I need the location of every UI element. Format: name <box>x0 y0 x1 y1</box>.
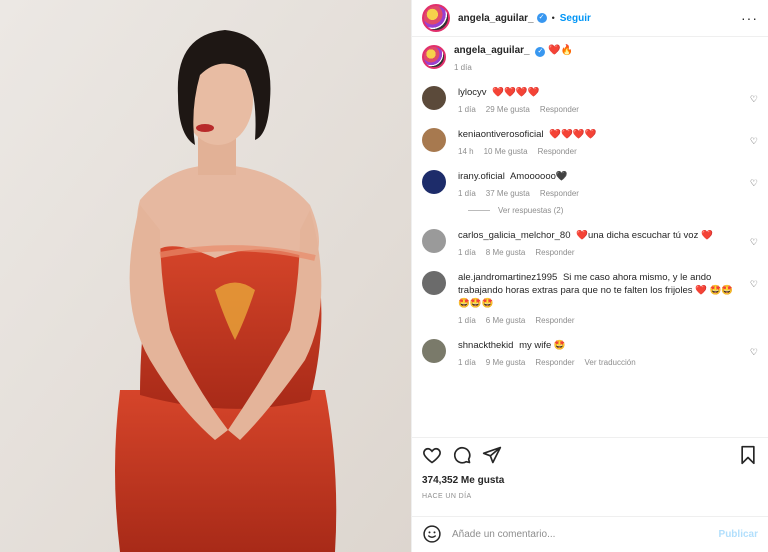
caption-time: 1 día <box>454 63 472 72</box>
reply-button[interactable]: Responder <box>535 358 574 367</box>
comment-row: carlos_galicia_melchor_80 ❤️una dicha es… <box>422 229 758 257</box>
comment-row: lylocyv ❤️❤️❤️❤️ 1 día 29 Me gusta Responde… <box>422 86 758 114</box>
save-bookmark-icon[interactable] <box>738 445 758 465</box>
caption-username[interactable]: angela_aguilar_ <box>454 45 530 56</box>
commenter-avatar[interactable] <box>422 86 446 110</box>
comment-likes[interactable]: 10 Me gusta <box>484 147 528 156</box>
post-caption: angela_aguilar_ ✓ ❤️🔥 1 día <box>422 45 758 72</box>
caption-text: ❤️🔥 <box>548 45 574 56</box>
comment-time: 1 día <box>458 358 476 367</box>
reply-button[interactable]: Responder <box>540 189 579 198</box>
comment-like-heart-icon[interactable]: ♡ <box>750 279 758 290</box>
comment-time: 14 h <box>458 147 474 156</box>
commenter-username[interactable]: carlos_galicia_melchor_80 <box>458 230 570 241</box>
comment-text: ❤️❤️❤️❤️ <box>549 129 597 140</box>
comment-row: shnackthekid my wife 🤩 1 día 9 Me gusta Res… <box>422 339 758 367</box>
post-photo[interactable] <box>0 0 411 552</box>
comment-list: lylocyv ❤️❤️❤️❤️ 1 día 29 Me gusta Responde… <box>422 86 758 367</box>
comment-likes[interactable]: 6 Me gusta <box>486 316 526 325</box>
action-bar <box>412 437 768 472</box>
comment-like-heart-icon[interactable]: ♡ <box>750 136 758 147</box>
author-username[interactable]: angela_aguilar_ <box>458 13 534 24</box>
portrait-illustration <box>0 0 411 552</box>
comment-time: 1 día <box>458 248 476 257</box>
view-replies-label[interactable]: Ver respuestas (2) <box>498 206 563 215</box>
comment-likes[interactable]: 8 Me gusta <box>486 248 526 257</box>
comment-row: keniaontiverosoficial ❤️❤️❤️❤️ 14 h 10 Me … <box>422 128 758 156</box>
comment-input[interactable] <box>452 529 719 540</box>
commenter-avatar[interactable] <box>422 229 446 253</box>
comment-text: my wife 🤩 <box>519 340 566 351</box>
post-viewer: angela_aguilar_ ✓ • Seguir ··· angela_ag… <box>0 0 768 552</box>
reply-button[interactable]: Responder <box>538 147 577 156</box>
reply-button[interactable]: Responder <box>535 248 574 257</box>
comments-scroll[interactable]: angela_aguilar_ ✓ ❤️🔥 1 día lylocyv ❤️❤️… <box>412 37 768 437</box>
comment-row: irany.oficial Amoooooo🖤 1 día 37 Me gusta R… <box>422 170 758 198</box>
comment-time: 1 día <box>458 105 476 114</box>
comment-like-heart-icon[interactable]: ♡ <box>750 347 758 358</box>
comment-row: ale.jandromartinez1995 Si me caso ahora … <box>422 271 758 325</box>
commenter-username[interactable]: keniaontiverosoficial <box>458 129 544 140</box>
comment-likes[interactable]: 29 Me gusta <box>486 105 530 114</box>
commenter-avatar[interactable] <box>422 128 446 152</box>
comment-like-heart-icon[interactable]: ♡ <box>750 178 758 189</box>
caption-avatar[interactable] <box>422 45 446 69</box>
comment-time: 1 día <box>458 189 476 198</box>
comment-text: ❤️una dicha escuchar tú voz ❤️ <box>576 230 713 241</box>
reply-button[interactable]: Responder <box>535 316 574 325</box>
like-heart-icon[interactable] <box>422 445 442 465</box>
comment-likes[interactable]: 37 Me gusta <box>486 189 530 198</box>
replies-divider <box>468 210 490 211</box>
emoji-picker-icon[interactable] <box>422 524 442 546</box>
comment-bubble-icon[interactable] <box>452 445 472 465</box>
view-replies-link[interactable]: Ver respuestas (2) <box>468 206 758 215</box>
commenter-avatar[interactable] <box>422 170 446 194</box>
commenter-username[interactable]: ale.jandromartinez1995 <box>458 272 557 283</box>
translate-link[interactable]: Ver traducción <box>585 358 636 367</box>
post-header: angela_aguilar_ ✓ • Seguir ··· <box>412 0 768 37</box>
verified-badge-icon: ✓ <box>535 47 546 57</box>
publish-button[interactable]: Publicar <box>719 529 758 540</box>
follow-button[interactable]: Seguir <box>560 13 591 24</box>
commenter-username[interactable]: shnackthekid <box>458 340 513 351</box>
post-side-panel: angela_aguilar_ ✓ • Seguir ··· angela_ag… <box>411 0 768 552</box>
commenter-username[interactable]: lylocyv <box>458 87 487 98</box>
commenter-avatar[interactable] <box>422 271 446 295</box>
verified-badge-icon: ✓ <box>536 13 547 23</box>
posted-ago: HACE UN DÍA <box>422 493 472 500</box>
comment-text: ❤️❤️❤️❤️ <box>492 87 540 98</box>
reply-button[interactable]: Responder <box>540 105 579 114</box>
author-avatar[interactable] <box>422 4 450 32</box>
comment-composer: Publicar <box>412 516 768 552</box>
comment-text: Amoooooo🖤 <box>509 171 568 182</box>
more-options-icon[interactable]: ··· <box>741 10 758 26</box>
comment-like-heart-icon[interactable]: ♡ <box>750 94 758 105</box>
commenter-username[interactable]: irany.oficial <box>458 171 505 182</box>
comment-time: 1 día <box>458 316 476 325</box>
comment-likes[interactable]: 9 Me gusta <box>486 358 526 367</box>
commenter-avatar[interactable] <box>422 339 446 363</box>
share-icon[interactable] <box>482 445 502 465</box>
separator-dot: • <box>551 13 555 23</box>
comment-like-heart-icon[interactable]: ♡ <box>750 237 758 248</box>
likes-count[interactable]: 374,352 Me gusta <box>422 475 504 486</box>
